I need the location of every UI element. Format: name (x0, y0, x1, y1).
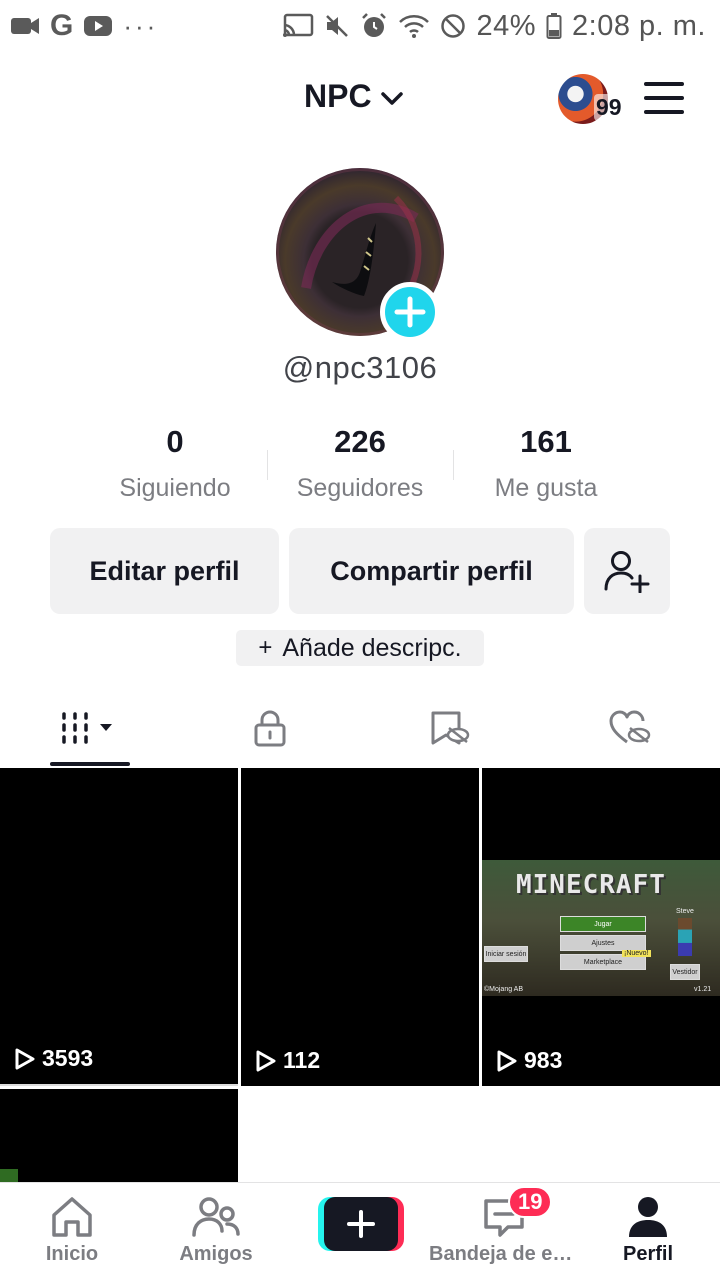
play-icon (15, 1048, 35, 1069)
view-count-value: 3593 (42, 1045, 94, 1071)
video-thumbnail[interactable]: 3593 (0, 768, 238, 1086)
add-photo-button[interactable] (380, 282, 440, 342)
account-name: NPC (304, 78, 372, 114)
mc-player-name: Steve (676, 908, 694, 915)
add-friends-button[interactable] (584, 528, 670, 614)
view-count: 3593 (14, 1045, 93, 1072)
friends-icon (192, 1197, 240, 1237)
mc-version: v1.21 (694, 986, 712, 993)
wifi-icon (398, 13, 430, 39)
chevron-down-icon (380, 78, 404, 115)
stat-likes[interactable]: 161 Me gusta (453, 422, 639, 503)
following-label: Siguiendo (119, 474, 231, 502)
add-description-label: Añade descripc. (282, 633, 462, 662)
alarm-icon (360, 12, 388, 40)
tab-videos[interactable] (0, 690, 180, 766)
likes-count: 161 (520, 424, 572, 459)
plus-small-icon: + (258, 634, 273, 661)
likes-label: Me gusta (494, 474, 598, 502)
followers-count: 226 (334, 424, 386, 459)
youtube-icon (83, 15, 113, 37)
plus-icon (347, 1210, 375, 1238)
profile-header: NPC 99 (0, 68, 720, 132)
followers-label: Seguidores (296, 474, 424, 502)
google-icon: G (50, 9, 74, 42)
mute-icon (324, 13, 350, 39)
stat-followers[interactable]: 226 Seguidores (267, 422, 453, 503)
active-tab-indicator (50, 762, 130, 766)
video-thumbnail[interactable]: MINECRAFT Jugar Ajustes Marketplace Inic… (482, 768, 720, 1086)
clock: 2:08 p. m. (572, 9, 706, 42)
inbox-badge: 19 (508, 1186, 553, 1218)
tab-liked[interactable] (540, 690, 720, 766)
view-count: 112 (255, 1047, 320, 1074)
video-camera-icon (10, 15, 40, 37)
nav-home[interactable]: Inicio (0, 1195, 144, 1266)
cast-icon (282, 13, 314, 39)
mc-player-figure (678, 918, 692, 956)
nav-home-label: Inicio (45, 1243, 99, 1265)
add-user-icon (604, 551, 650, 593)
share-profile-button[interactable]: Compartir perfil (289, 528, 574, 614)
nav-profile[interactable]: Perfil (576, 1195, 720, 1266)
heart-hidden-icon (609, 710, 651, 744)
nav-inbox-label: Bandeja de entrada (429, 1243, 579, 1265)
bottom-navigation: Inicio Amigos Bandeja de entrada 19 Perf… (0, 1182, 720, 1280)
following-count: 0 (166, 424, 184, 459)
stat-following[interactable]: 0 Siguiendo (82, 422, 268, 503)
create-button[interactable] (318, 1197, 404, 1251)
battery-percent: 24% (476, 9, 537, 42)
minecraft-logo-text: MINECRAFT (516, 870, 666, 900)
notification-count: 99 (594, 94, 624, 121)
mc-play: Jugar (560, 916, 646, 932)
content-tabs (0, 690, 720, 768)
home-icon (52, 1197, 92, 1237)
more-dots-icon: ··· (123, 10, 159, 41)
edit-profile-button[interactable]: Editar perfil (50, 528, 279, 614)
mc-new-badge: ¡Nuevo! (622, 950, 651, 957)
tab-private[interactable] (180, 690, 360, 766)
battery-icon (546, 13, 562, 39)
hamburger-icon (644, 82, 684, 86)
lock-icon (254, 710, 286, 747)
nav-inbox[interactable]: Bandeja de entrada (429, 1195, 579, 1266)
video-thumbnail[interactable] (0, 1089, 238, 1182)
status-bar-right: 24% 2:08 p. m. (282, 10, 706, 43)
nav-profile-label: Perfil (622, 1243, 674, 1265)
mc-dressing: Vestidor (670, 964, 700, 980)
video-thumbnail[interactable]: 112 (241, 768, 479, 1086)
view-count: 983 (496, 1047, 562, 1074)
video-grid: 3593 112 MINECRAFT Jugar Ajustes Marketp… (0, 768, 720, 1182)
status-bar-left: G ··· (10, 9, 158, 43)
bookmark-hidden-icon (431, 711, 470, 745)
grid-icon (62, 712, 112, 744)
tab-saved[interactable] (360, 690, 540, 766)
plus-icon (394, 296, 426, 328)
menu-button[interactable] (644, 82, 684, 114)
nav-friends[interactable]: Amigos (144, 1195, 288, 1266)
mc-sign-in: Iniciar sesión (484, 946, 528, 962)
view-count-value: 983 (524, 1047, 563, 1073)
mc-settings: Ajustes (560, 935, 646, 951)
add-description-button[interactable]: + Añade descripc. (236, 630, 484, 666)
minecraft-thumbnail: MINECRAFT Jugar Ajustes Marketplace Inic… (482, 860, 720, 996)
play-icon (497, 1050, 517, 1071)
account-switcher[interactable]: NPC (304, 78, 404, 115)
nav-friends-label: Amigos (179, 1243, 253, 1265)
status-bar: G ··· 24% 2:08 p. m. (0, 0, 720, 52)
profile-stats: 0 Siguiendo 226 Seguidores 161 Me gusta (0, 422, 720, 502)
play-icon (256, 1050, 276, 1071)
view-count-value: 112 (283, 1047, 321, 1073)
do-not-disturb-icon (440, 13, 466, 39)
mc-copyright: ©Mojang AB (484, 986, 524, 993)
username: @npc3106 (282, 350, 438, 385)
profile-icon (629, 1197, 667, 1237)
